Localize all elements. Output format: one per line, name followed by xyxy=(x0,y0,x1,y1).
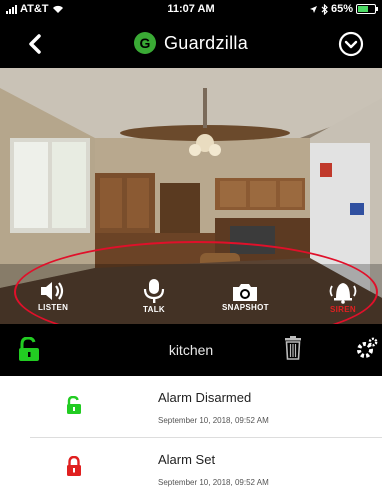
listen-label: LISTEN xyxy=(38,303,69,312)
event-title: Alarm Set xyxy=(158,452,216,467)
device-bar: kitchen xyxy=(0,324,382,376)
camera-feed[interactable]: LISTEN TALK SNAPSHOT SIREN xyxy=(0,68,382,324)
listen-button[interactable]: LISTEN xyxy=(38,280,68,312)
event-title: Alarm Disarmed xyxy=(158,390,252,405)
battery-percent: 65% xyxy=(330,3,353,15)
chevron-down-circle-icon xyxy=(338,31,364,57)
bluetooth-icon xyxy=(321,3,328,15)
microphone-icon xyxy=(143,279,165,303)
battery-icon xyxy=(356,4,378,14)
talk-button[interactable]: TALK xyxy=(142,278,166,314)
menu-dropdown-button[interactable] xyxy=(338,31,364,57)
nav-bar: G Guardzilla xyxy=(0,20,382,68)
location-arrow-icon xyxy=(309,5,317,13)
gear-icon xyxy=(357,337,378,358)
unlocked-padlock-icon xyxy=(66,395,82,419)
siren-label: SIREN xyxy=(330,305,356,314)
speaker-icon xyxy=(41,282,64,300)
talk-label: TALK xyxy=(143,305,165,314)
siren-bell-icon xyxy=(329,283,357,304)
event-time: September 10, 2018, 09:52 AM xyxy=(158,478,269,487)
brand-logo: G Guardzilla xyxy=(0,32,382,54)
camera-controls: LISTEN TALK SNAPSHOT SIREN xyxy=(0,68,382,324)
event-time: September 10, 2018, 09:52 AM xyxy=(158,416,269,425)
brand-name: Guardzilla xyxy=(163,32,249,53)
device-name: kitchen xyxy=(168,342,214,358)
status-bar: AT&T 11:07 AM 65% xyxy=(0,0,382,20)
event-list: Alarm Disarmed September 10, 2018, 09:52… xyxy=(0,376,382,500)
locked-padlock-icon xyxy=(66,455,82,481)
snapshot-button[interactable]: SNAPSHOT xyxy=(222,282,269,312)
delete-button[interactable] xyxy=(284,336,302,365)
event-row[interactable]: Alarm Set September 10, 2018, 09:52 AM xyxy=(0,438,382,498)
siren-button[interactable]: SIREN xyxy=(328,278,358,314)
trash-icon xyxy=(285,336,301,360)
event-row[interactable]: Alarm Disarmed September 10, 2018, 09:52… xyxy=(0,376,382,438)
settings-button[interactable] xyxy=(356,337,378,364)
snapshot-label: SNAPSHOT xyxy=(222,303,269,312)
camera-icon xyxy=(233,284,258,301)
guardzilla-logo-icon: G xyxy=(133,32,156,54)
